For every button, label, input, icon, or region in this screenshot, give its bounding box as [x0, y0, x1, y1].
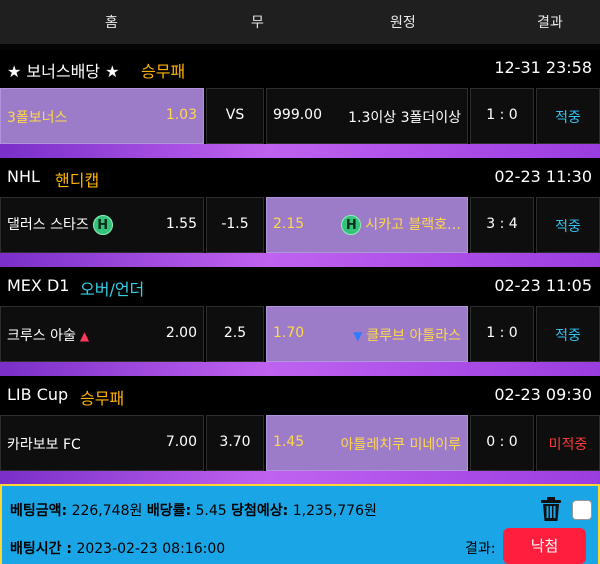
match-section-mex: MEX D1 오버/언더 02-23 11:05 크루스 아술 ▲ 2.00 2.… — [0, 268, 600, 376]
bet-time-line: 배팅시간 : 2023-02-23 08:16:00 — [10, 538, 225, 558]
section-divider — [0, 362, 600, 376]
away-pick-cell[interactable]: 1.70 ▼ 클루브 아틀라스 — [266, 306, 468, 362]
league-name: LIB Cup — [7, 385, 69, 404]
score-cell: 1 : 0 — [470, 306, 534, 362]
odds-label: 배당률: — [146, 503, 192, 519]
bet-time: 2023-02-23 08:16:00 — [76, 541, 226, 557]
result-cell: 적중 — [536, 306, 600, 362]
away-odds: 1.70 — [273, 325, 305, 341]
league-name: NHL — [7, 167, 40, 186]
section-divider — [0, 144, 600, 158]
score-cell: 1 : 0 — [470, 88, 534, 144]
bet-amount-label: 베팅금액: — [10, 503, 68, 519]
away-odds: 999.00 — [273, 107, 322, 123]
score: 0 : 0 — [486, 434, 518, 450]
bet-summary-line: 베팅금액: 226,748원 배당률: 5.45 당첨예상: 1,235,776… — [10, 500, 377, 520]
home-odds: 1.03 — [165, 107, 197, 123]
market-type: 핸디캡 — [55, 171, 100, 190]
draw-cell[interactable]: VS — [206, 88, 264, 144]
market-type: 승무패 — [141, 62, 186, 81]
score: 3 : 4 — [486, 216, 518, 232]
handicap-cell[interactable]: -1.5 — [206, 197, 264, 253]
score: 1 : 0 — [486, 107, 518, 123]
header-draw: 무 — [251, 15, 264, 31]
match-time: 02-23 11:30 — [494, 167, 592, 186]
bet-time-label: 배팅시간 : — [10, 541, 72, 557]
home-pick-cell[interactable]: 댈러스 스타즈 H 1.55 — [0, 197, 204, 253]
bet-summary: 베팅금액: 226,748원 배당률: 5.45 당첨예상: 1,235,776… — [0, 484, 600, 564]
section-divider — [0, 471, 600, 485]
away-pick-cell[interactable]: 1.45 아틀레치쿠 미네이루 — [266, 415, 468, 471]
away-team: 1.3이상 3폴더이상 — [348, 110, 461, 126]
result-status: 적중 — [555, 219, 581, 235]
result-cell: 적중 — [536, 197, 600, 253]
trash-icon[interactable] — [540, 496, 562, 522]
score: 1 : 0 — [486, 325, 518, 341]
home-team: 댈러스 스타즈 — [7, 217, 89, 233]
draw-value: VS — [225, 107, 245, 123]
expected-payout: 1,235,776원 — [292, 503, 377, 519]
section-title: LIB Cup 승무패 02-23 09:30 — [0, 377, 600, 413]
market-type: 승무패 — [80, 389, 125, 408]
home-odds: 2.00 — [165, 325, 197, 341]
total-odds: 5.45 — [195, 503, 227, 519]
handicap-badge-icon: H — [92, 215, 113, 235]
away-pick-cell[interactable]: 2.15 H 시카고 블랙호… — [266, 197, 468, 253]
header-away: 원정 — [390, 15, 416, 31]
market-type: 오버/언더 — [80, 280, 145, 299]
result-status: 미적중 — [548, 437, 588, 453]
result-label: 결과: — [465, 541, 496, 557]
result-status: 적중 — [555, 110, 581, 126]
home-pick-cell[interactable]: 3폴보너스 1.03 — [0, 88, 204, 144]
away-pick-cell[interactable]: 999.00 1.3이상 3폴더이상 — [266, 88, 468, 144]
score-cell: 0 : 0 — [470, 415, 534, 471]
select-checkbox[interactable] — [572, 500, 592, 520]
league-name: ★ 보너스배당 ★ — [7, 62, 120, 81]
section-title: MEX D1 오버/언더 02-23 11:05 — [0, 268, 600, 304]
match-time: 02-23 11:05 — [494, 276, 592, 295]
result-cell: 미적중 — [536, 415, 600, 471]
home-team: 카라보보 FC — [7, 437, 81, 453]
away-odds: 1.45 — [273, 434, 305, 450]
section-divider — [0, 253, 600, 267]
match-section-nhl: NHL 핸디캡 02-23 11:30 댈러스 스타즈 H 1.55 -1.5 2… — [0, 159, 600, 267]
header-result: 결과 — [537, 15, 563, 31]
section-title: NHL 핸디캡 02-23 11:30 — [0, 159, 600, 195]
result-status: 적중 — [555, 328, 581, 344]
home-team: 크루스 아술 — [7, 328, 76, 344]
home-team: 3폴보너스 — [7, 110, 68, 126]
section-title: ★ 보너스배당 ★ 승무패 12-31 23:58 — [0, 50, 600, 86]
away-team: 시카고 블랙호… — [365, 217, 461, 233]
total-line-cell[interactable]: 2.5 — [206, 306, 264, 362]
away-team: 아틀레치쿠 미네이루 — [340, 437, 461, 453]
bet-amount: 226,748원 — [71, 503, 143, 519]
total-line: 2.5 — [223, 325, 247, 341]
score-cell: 3 : 4 — [470, 197, 534, 253]
home-pick-cell[interactable]: 크루스 아술 ▲ 2.00 — [0, 306, 204, 362]
result-cell: 적중 — [536, 88, 600, 144]
home-pick-cell[interactable]: 카라보보 FC 7.00 — [0, 415, 204, 471]
column-header: 홈 무 원정 결과 — [0, 0, 600, 44]
draw-odds: 3.70 — [219, 434, 251, 450]
match-time: 12-31 23:58 — [494, 58, 592, 77]
expected-label: 당첨예상: — [231, 503, 289, 519]
header-home: 홈 — [105, 15, 118, 31]
triangle-up-icon: ▲ — [79, 329, 90, 343]
league-name: MEX D1 — [7, 276, 70, 295]
home-odds: 7.00 — [165, 434, 197, 450]
away-odds: 2.15 — [273, 216, 305, 232]
home-odds: 1.55 — [165, 216, 197, 232]
match-section-bonus: ★ 보너스배당 ★ 승무패 12-31 23:58 3폴보너스 1.03 VS … — [0, 50, 600, 158]
match-time: 02-23 09:30 — [494, 385, 592, 404]
triangle-down-icon: ▼ — [353, 329, 363, 343]
result-button-lose[interactable]: 낙첨 — [503, 528, 586, 564]
draw-cell[interactable]: 3.70 — [206, 415, 264, 471]
handicap-badge-icon: H — [341, 215, 362, 235]
match-section-lib: LIB Cup 승무패 02-23 09:30 카라보보 FC 7.00 3.7… — [0, 377, 600, 485]
away-team: 클루브 아틀라스 — [366, 328, 461, 344]
handicap-value: -1.5 — [221, 216, 249, 232]
